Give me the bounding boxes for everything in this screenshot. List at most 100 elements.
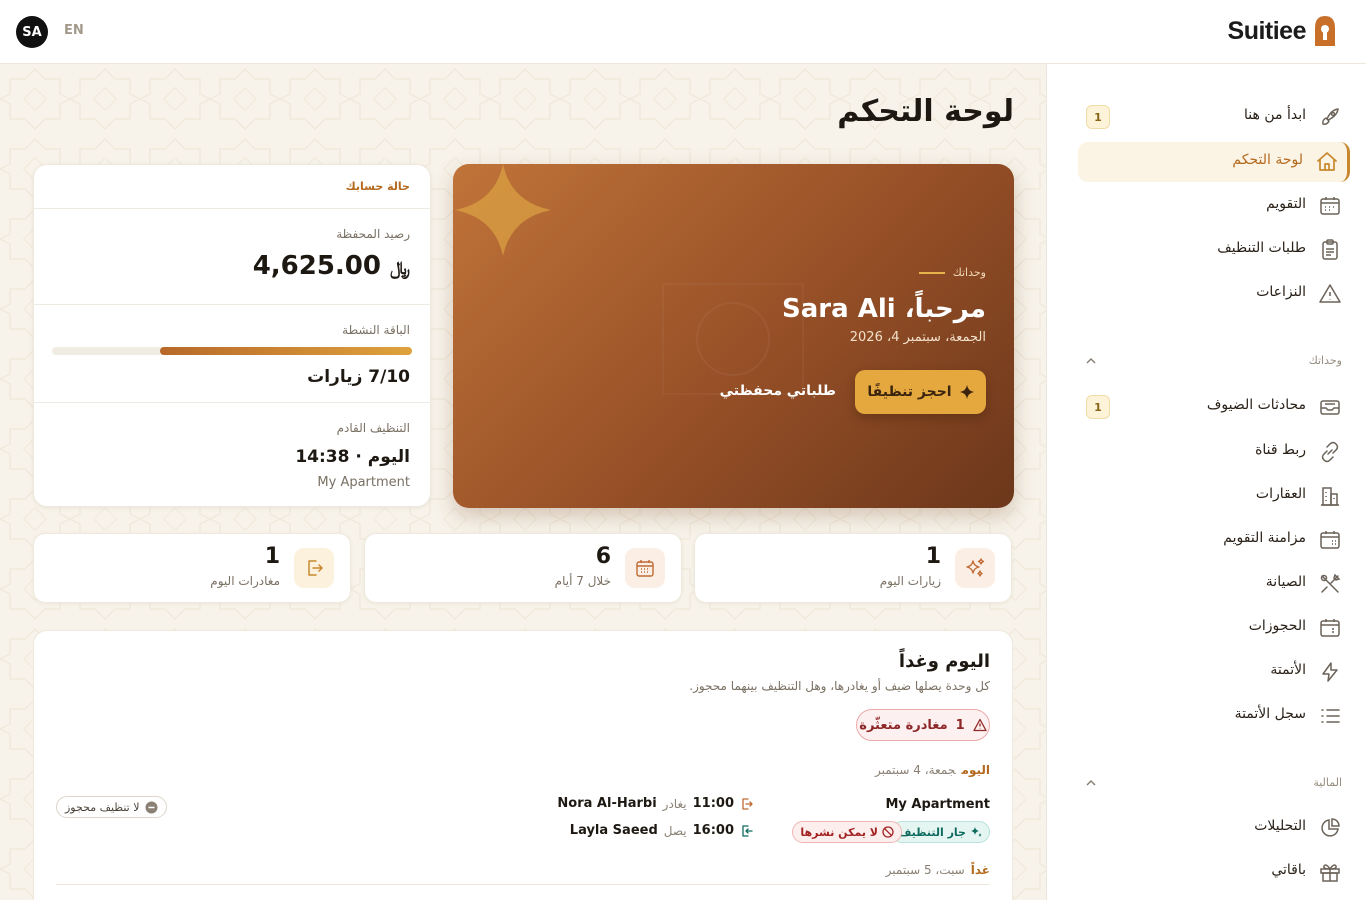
kicker-line	[918, 271, 945, 274]
top-bar: SA EN Suitiee	[0, 0, 1366, 64]
language-switch[interactable]: EN	[64, 23, 84, 38]
sidebar-item-my-plans[interactable]: باقاتي	[1078, 852, 1350, 892]
count-badge: 1	[1086, 105, 1110, 129]
panel-subtitle: كل وحدة يصلها ضيف أو يغادرها، وهل التنظي…	[689, 679, 990, 693]
wallet-amount: 4,625.00	[252, 251, 381, 281]
day-date: سبت، 5 سبتمبر	[885, 863, 965, 877]
sidebar-item-maintenance[interactable]: الصيانة	[1078, 564, 1350, 604]
no-cleaning-booked-tag[interactable]: لا تنظيف محجوز	[56, 796, 168, 818]
welcome-hero-card: وحداتك مرحباً، Sara Ali الجمعة، سبتمبر 4…	[453, 164, 1014, 508]
minus-circle-icon	[145, 801, 158, 813]
sidebar-item-start-here[interactable]: ابدأ من هنا 1	[1078, 97, 1350, 137]
book-cleaning-button[interactable]: احجز تنظيفًا	[855, 370, 986, 414]
day-date: جمعة، 4 سبتمبر	[874, 763, 956, 777]
sidebar-item-automation[interactable]: الأتمتة	[1078, 652, 1350, 692]
next-cleaning-row[interactable]: التنظيف القادم اليوم · 14:38 My Apartmen…	[34, 403, 430, 507]
sidebar-item-label: التقويم	[1266, 196, 1306, 212]
checkin-time: 16:00	[692, 823, 734, 838]
calendar-icon	[636, 560, 654, 577]
sidebar-item-automation-log[interactable]: سجل الأتمتة	[1078, 696, 1350, 736]
sidebar-item-cleaning-requests[interactable]: طلبات التنظيف	[1078, 230, 1350, 270]
next-cleaning-unit: My Apartment	[317, 475, 410, 490]
my-wallet-link[interactable]: محفظتي	[720, 383, 782, 399]
sidebar-item-label: مزامنة التقويم	[1223, 530, 1306, 546]
tag-label: لا تنظيف محجوز	[65, 800, 140, 814]
sidebar-item-label: طلبات التنظيف	[1217, 240, 1306, 256]
checkin-icon	[742, 824, 753, 837]
calendar-icon	[1320, 197, 1340, 215]
wallet-label: رصيد المحفظة	[336, 227, 410, 241]
stat-icon-box	[294, 548, 334, 588]
stat-value: 1	[264, 544, 280, 569]
warning-icon	[973, 718, 987, 732]
stat-value: 6	[595, 544, 611, 569]
checkout-row[interactable]: 11:00 يغادر Nora Al-Harbi	[557, 796, 754, 811]
account-status-title: حالة حسابك	[345, 180, 410, 193]
plan-visits: 7/10 زيارات	[307, 367, 410, 387]
brand-name: Suitiee	[1227, 16, 1307, 45]
inbox-icon	[1320, 400, 1340, 415]
day-header-tomorrow: غداً سبت، 5 سبتمبر	[886, 863, 990, 877]
sidebar-item-calendar[interactable]: التقويم	[1078, 186, 1350, 226]
sidebar-item-properties[interactable]: العقارات	[1078, 476, 1350, 516]
unit-name[interactable]: My Apartment	[885, 797, 990, 812]
link-icon	[1321, 441, 1339, 463]
user-avatar[interactable]: SA	[16, 16, 48, 48]
main-content: لوحة التحكم وحداتك مرحباً، Sara Ali الجم…	[0, 64, 1046, 900]
page-title: لوحة التحكم	[837, 94, 1014, 129]
next-cleaning-time: اليوم · 14:38	[295, 447, 410, 467]
brand[interactable]: Suitiee	[1228, 14, 1338, 48]
count-badge: 1	[1086, 395, 1110, 419]
sidebar-item-disputes[interactable]: النزاعات	[1078, 274, 1350, 314]
my-requests-link[interactable]: طلباتي	[787, 383, 836, 399]
sidebar-item-label: محادثات الضيوف	[1206, 397, 1306, 413]
sidebar-item-label: ابدأ من هنا	[1244, 107, 1306, 123]
checkin-guest: Layla Saeed	[569, 823, 658, 838]
sparkles-icon	[971, 827, 982, 837]
sidebar-item-calendar-sync[interactable]: مزامنة التقويم	[1078, 520, 1350, 560]
sidebar-item-connect-channel[interactable]: ربط قناة	[1078, 432, 1350, 472]
account-header-row: حالة حسابك	[34, 165, 430, 209]
checkin-row[interactable]: 16:00 يصل Layla Saeed	[570, 823, 754, 838]
next-cleaning-label: التنظيف القادم	[336, 421, 410, 435]
stat-card-today-visits[interactable]: 1 زيارات اليوم	[694, 533, 1012, 603]
chevron-up-icon	[1086, 779, 1096, 786]
sidebar: ابدأ من هنا 1 لوحة التحكم التقويم طلبات …	[1046, 64, 1366, 900]
tag-label: جار التنظيف	[898, 825, 966, 839]
sidebar-item-label: الحجوزات	[1248, 618, 1306, 634]
list-icon	[1321, 709, 1340, 723]
stuck-departure-alert[interactable]: 1 مغادرة متعثّرة	[856, 709, 990, 741]
stat-label: مغادرات اليوم	[210, 574, 280, 588]
section-header-finance[interactable]: المالية	[1078, 774, 1342, 794]
hero-kicker-label: وحداتك	[952, 266, 986, 279]
checkout-time: 11:00	[692, 796, 734, 811]
sidebar-item-analytics[interactable]: التحليلات	[1078, 808, 1350, 848]
account-status-card: حالة حسابك رصيد المحفظة 4,625.00 ﷼ الباق…	[33, 164, 431, 507]
stat-label: زيارات اليوم	[879, 574, 941, 588]
section-header-units[interactable]: وحداتك	[1078, 352, 1342, 372]
alert-count: 1	[955, 717, 965, 733]
hero-date: الجمعة، سبتمبر 4، 2026	[849, 330, 986, 345]
sidebar-item-label: لوحة التحكم	[1232, 152, 1303, 168]
cleaning-in-progress-tag: جار التنظيف	[890, 821, 990, 843]
stat-icon-box	[955, 548, 995, 588]
clipboard-icon	[1322, 239, 1338, 260]
sidebar-item-label: العقارات	[1255, 486, 1306, 502]
panel-title: اليوم وغداً	[898, 651, 990, 672]
stat-card-today-departures[interactable]: 1 مغادرات اليوم	[33, 533, 351, 603]
sidebar-item-bookings[interactable]: الحجوزات	[1078, 608, 1350, 648]
wallet-row[interactable]: رصيد المحفظة 4,625.00 ﷼	[34, 209, 430, 305]
stat-card-next-7-days[interactable]: 6 خلال 7 أيام	[364, 533, 682, 603]
lightning-icon	[1322, 662, 1338, 682]
sidebar-item-guest-conversations[interactable]: محادثات الضيوف 1	[1078, 387, 1350, 427]
day-key: اليوم	[961, 763, 990, 777]
plan-label: الباقة النشطة	[342, 323, 410, 337]
building-icon	[1321, 487, 1339, 506]
chevron-up-icon	[1086, 357, 1096, 364]
sidebar-item-label: الأتمتة	[1270, 662, 1306, 678]
day-key: غداً	[970, 863, 990, 877]
active-plan-row[interactable]: الباقة النشطة 7/10 زيارات	[34, 305, 430, 403]
sidebar-item-dashboard[interactable]: لوحة التحكم	[1078, 142, 1350, 182]
stat-value: 1	[925, 544, 941, 569]
checkout-guest: Nora Al-Harbi	[557, 796, 657, 811]
